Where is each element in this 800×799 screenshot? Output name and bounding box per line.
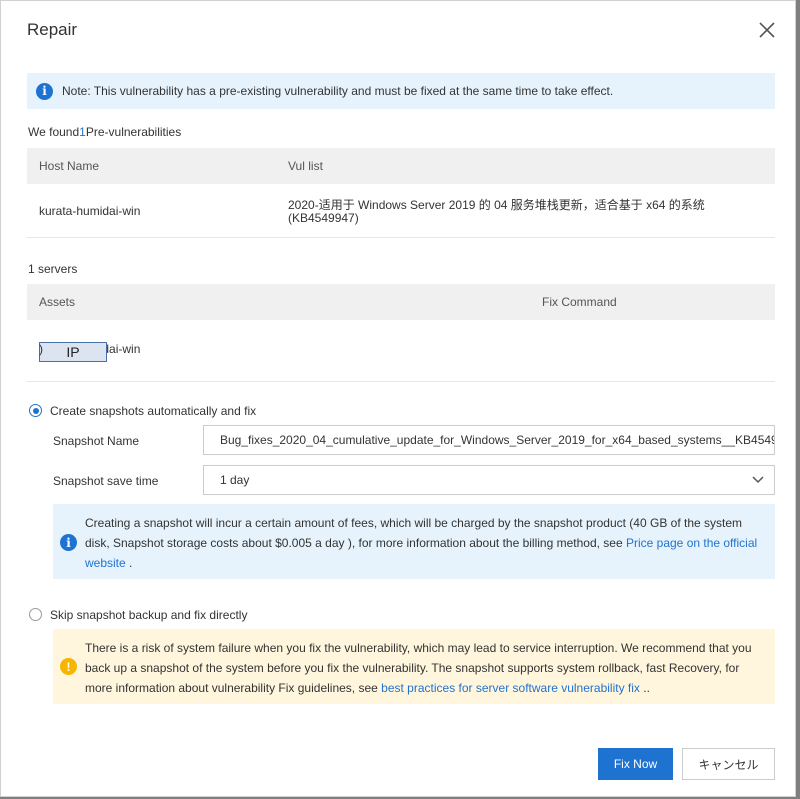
radio-skip-snapshot[interactable] <box>29 608 42 621</box>
note-text: Note: This vulnerability has a pre-exist… <box>62 84 614 98</box>
repair-dialog: Repair i Note: This vulnerability has a … <box>0 0 796 797</box>
warning-icon: ! <box>60 658 77 675</box>
fix-now-button[interactable]: Fix Now <box>598 748 673 780</box>
fee-info-line2: disk, Snapshot storage costs about $0.00… <box>85 533 775 553</box>
fee-info-line2-text: disk, Snapshot storage costs about $0.00… <box>85 536 626 550</box>
found-summary: We found1Pre-vulnerabilities <box>28 125 181 139</box>
column-header-fix-command: Fix Command <box>542 295 617 309</box>
snapshot-save-time-select[interactable]: 1 day <box>203 465 775 495</box>
fee-info-line3-suffix: . <box>125 556 133 570</box>
warning-text: There is a risk of system failure when y… <box>85 638 775 698</box>
snapshot-fee-info: i Creating a snapshot will incur a certa… <box>53 504 775 579</box>
table-row: kurata-humidai-win(IP) <box>27 320 775 382</box>
assets-table-header: Assets Fix Command <box>27 284 775 320</box>
warning-line2: back up a snapshot of the system before … <box>85 661 740 675</box>
info-icon: i <box>60 534 77 551</box>
host-name-cell: kurata-humidai-win <box>39 204 141 218</box>
warning-line1: There is a risk of system failure when y… <box>85 641 752 655</box>
vul-table: Host Name Vul list kurata-humidai-win 20… <box>27 148 775 238</box>
vul-table-header: Host Name Vul list <box>27 148 775 184</box>
found-prefix: We found <box>28 125 80 139</box>
warning-line3-text: more information about vulnerability Fix… <box>85 681 382 695</box>
radio-create-snapshot-label[interactable]: Create snapshots automatically and fix <box>50 404 256 418</box>
prerequisite-note: i Note: This vulnerability has a pre-exi… <box>27 73 775 109</box>
fee-info-line3: website . <box>85 553 775 573</box>
info-icon: i <box>36 82 53 100</box>
snapshot-save-time-value: 1 day <box>220 473 250 487</box>
snapshot-save-time-label: Snapshot save time <box>53 474 159 488</box>
column-header-vul-list: Vul list <box>288 159 323 173</box>
chevron-down-icon <box>752 476 764 484</box>
column-header-assets: Assets <box>39 295 76 309</box>
fee-info-text: Creating a snapshot will incur a certain… <box>85 513 775 573</box>
found-count: 1 <box>79 125 86 139</box>
price-page-link-continued[interactable]: website <box>85 556 126 570</box>
servers-count: 1 servers <box>28 262 78 276</box>
warning-line3-suffix: .. <box>639 681 650 695</box>
radio-skip-snapshot-label[interactable]: Skip snapshot backup and fix directly <box>50 608 247 622</box>
close-icon <box>759 22 775 38</box>
found-suffix: Pre-vulnerabilities <box>85 125 182 139</box>
warning-line3: more information about vulnerability Fix… <box>85 678 775 698</box>
snapshot-name-label: Snapshot Name <box>53 434 140 448</box>
vul-list-cell-line2: (KB4549947) <box>288 211 359 225</box>
price-page-link[interactable]: Price page on the official <box>626 536 757 550</box>
snapshot-name-input[interactable] <box>203 425 775 455</box>
best-practices-link[interactable]: best practices for server software vulne… <box>381 681 640 695</box>
dialog-title: Repair <box>27 20 78 39</box>
column-header-host-name: Host Name <box>39 159 100 173</box>
radio-create-snapshot[interactable] <box>29 404 42 417</box>
close-button[interactable] <box>756 19 778 41</box>
assets-table: Assets Fix Command kurata-humidai-win(IP… <box>27 284 775 382</box>
ip-close-paren: ) <box>39 342 43 356</box>
risk-warning: ! There is a risk of system failure when… <box>53 629 775 704</box>
fee-info-line1: Creating a snapshot will incur a certain… <box>85 516 743 530</box>
ip-redaction-box: IP <box>39 342 107 362</box>
table-row: kurata-humidai-win 2020-适用于 Windows Serv… <box>27 184 775 238</box>
cancel-button[interactable]: キャンセル <box>682 748 775 780</box>
